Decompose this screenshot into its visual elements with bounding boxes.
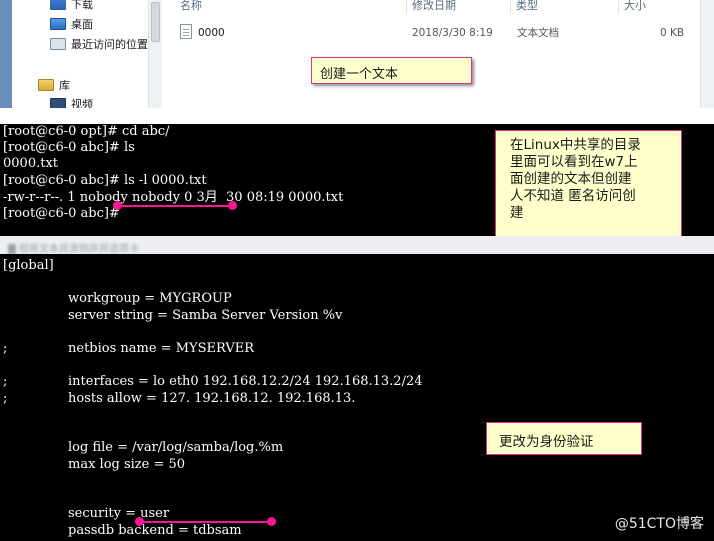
- text-file-icon: [180, 24, 192, 39]
- config-section-global: [global]: [3, 258, 54, 273]
- nav-item-label: 库: [59, 79, 70, 92]
- terminal-line: [root@c6-0 opt]# cd abc/: [3, 124, 170, 139]
- column-divider[interactable]: [406, 0, 407, 14]
- nav-pane-scrollbar[interactable]: [148, 0, 162, 108]
- callout-line: 面创建的文本但创建: [510, 171, 632, 187]
- callout-line: 人不知道 匿名访问创: [510, 188, 636, 204]
- callout-linux-share: 在Linux中共享的目录 里面可以看到在w7上 面创建的文本但创建 人不知道 匿…: [495, 130, 682, 237]
- config-server-string: server string = Samba Server Version %v: [68, 308, 343, 323]
- nav-item-label: 下载: [71, 0, 93, 11]
- annotation-dot: [135, 517, 144, 526]
- terminal-line: [root@c6-0 abc]#: [3, 206, 120, 221]
- file-name: 0000: [198, 27, 225, 39]
- file-date: 2018/3/30 8:19: [412, 27, 493, 39]
- nav-item-recent-places[interactable]: 最近访问的位置: [50, 34, 148, 54]
- config-passdb-backend: passdb backend = tdbsam: [68, 523, 242, 538]
- file-explorer-window: 下载 桌面 最近访问的位置 库 视频 名称 修改日期 类型 大小 0000 20…: [0, 0, 714, 108]
- callout-line: 建: [510, 205, 524, 221]
- annotation-dot: [113, 201, 122, 210]
- navigation-pane: 下载 桌面 最近访问的位置 库 视频: [12, 0, 162, 108]
- nav-item-label: 桌面: [71, 18, 93, 31]
- column-header-name[interactable]: 名称: [180, 0, 202, 14]
- annotation-underline-security: [140, 521, 272, 523]
- column-header-size[interactable]: 大小: [624, 0, 646, 14]
- comment-marker: ;: [3, 374, 8, 389]
- annotation-underline-owner: [118, 205, 232, 207]
- nav-item-downloads[interactable]: 下载: [50, 0, 93, 14]
- recent-places-icon: [50, 38, 66, 50]
- config-netbios-name: netbios name = MYSERVER: [68, 341, 254, 356]
- scrollbar-thumb[interactable]: [151, 2, 160, 42]
- file-list-pane: 名称 修改日期 类型 大小 0000 2018/3/30 8:19 文本文档 0…: [162, 0, 714, 108]
- video-library-icon: [50, 98, 66, 108]
- config-hosts-allow: hosts allow = 127. 192.168.12. 192.168.1…: [68, 391, 356, 406]
- window-frame-left: [0, 0, 12, 108]
- callout-line: 在Linux中共享的目录: [510, 137, 641, 153]
- terminal-line: [root@c6-0 abc]# ls -l 0000.txt: [3, 173, 207, 188]
- blurred-toolbar-strip: ▇ 但将文本并添到并并选项卡: [0, 236, 714, 254]
- file-type: 文本文档: [517, 27, 559, 39]
- config-max-log-size: max log size = 50: [68, 457, 186, 472]
- config-security: security = user: [68, 506, 170, 521]
- terminal-smb-conf: [global] workgroup = MYGROUP server stri…: [0, 254, 714, 541]
- comment-marker: ;: [3, 341, 8, 356]
- nav-item-libraries[interactable]: 库: [38, 75, 70, 95]
- config-workgroup: workgroup = MYGROUP: [68, 291, 232, 306]
- column-divider[interactable]: [618, 0, 619, 14]
- desktop-icon: [50, 18, 66, 30]
- config-log-file: log file = /var/log/samba/log.%m: [68, 440, 284, 455]
- site-watermark: @51CTO博客: [614, 516, 704, 532]
- column-header-type[interactable]: 类型: [516, 0, 538, 14]
- config-interfaces: interfaces = lo eth0 192.168.12.2/24 192…: [68, 374, 423, 389]
- nav-item-desktop[interactable]: 桌面: [50, 14, 93, 34]
- terminal-line: [root@c6-0 abc]# ls: [3, 140, 135, 155]
- callout-line: 里面可以看到在w7上: [510, 154, 638, 170]
- library-icon: [38, 79, 54, 91]
- callout-change-auth: 更改为身份验证: [486, 422, 642, 455]
- column-header-date[interactable]: 修改日期: [412, 0, 456, 14]
- column-divider[interactable]: [510, 0, 511, 14]
- terminal-line: 0000.txt: [3, 156, 58, 171]
- file-pane-scrollbar[interactable]: [700, 0, 714, 108]
- annotation-dot: [267, 517, 276, 526]
- terminal-line: -rw-r--r--. 1 nobody nobody 0 3月 30 08:1…: [3, 190, 344, 205]
- download-folder-icon: [50, 0, 66, 10]
- callout-create-text: 创建一个文本: [311, 57, 472, 84]
- blurred-text: ▇ 但将文本并添到并并选项卡: [8, 244, 139, 254]
- nav-item-videos[interactable]: 视频: [50, 94, 93, 108]
- nav-item-label: 最近访问的位置: [71, 38, 148, 51]
- file-size: 0 KB: [660, 27, 685, 39]
- annotation-dot: [228, 201, 237, 210]
- comment-marker: ;: [3, 391, 8, 406]
- nav-item-label: 视频: [71, 98, 93, 108]
